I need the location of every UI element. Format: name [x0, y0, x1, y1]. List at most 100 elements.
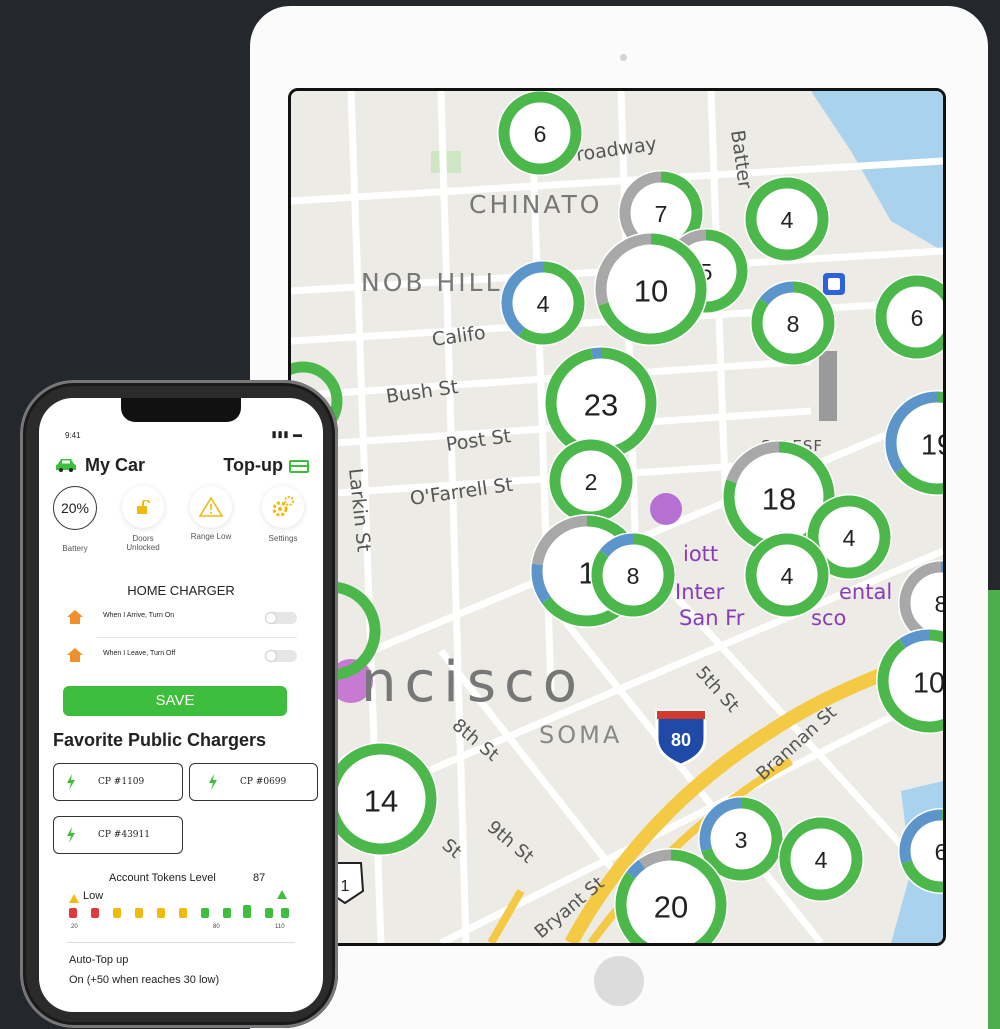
charger-label: CP #0699	[240, 777, 287, 787]
unlock-icon[interactable]	[122, 486, 164, 528]
cluster-count: 20	[654, 889, 688, 924]
svg-text:1: 1	[341, 878, 350, 895]
charger-label: CP #43911	[98, 830, 150, 840]
label-chinatown: CHINATO	[469, 190, 602, 219]
map-canvas[interactable]: 80 1 roadway CHINATO Batter NOB HILL Cal…	[291, 91, 943, 943]
level-bar	[223, 908, 231, 918]
cluster-count: 10	[634, 273, 668, 308]
charger-cluster[interactable]: 14	[324, 742, 438, 856]
battery-status-icon: ▬	[293, 429, 303, 439]
cluster-count: 8	[627, 563, 640, 589]
my-car-title: My Car	[85, 455, 146, 475]
status-icons: ▮▮▮ ▬	[272, 429, 303, 440]
arrive-toggle[interactable]	[265, 612, 297, 624]
status-time: 9:41	[65, 431, 81, 440]
range-stat[interactable]: Range Low	[183, 486, 239, 541]
charger-cluster[interactable]: 4	[778, 816, 864, 902]
home-charger-title: HOME CHARGER	[127, 583, 235, 598]
tokens-level-bars	[69, 905, 289, 920]
arrive-label: When I Arrive, Turn On	[103, 612, 175, 619]
cluster-count: 4	[843, 525, 856, 551]
bolt-icon	[67, 774, 75, 790]
cluster-count: 6	[911, 305, 924, 331]
leave-row: When I Leave, Turn Off	[67, 646, 297, 666]
label-soma: SOMA	[539, 721, 622, 749]
label-sanfrancisco: San Fr	[679, 606, 745, 630]
cluster-count: 2	[585, 469, 598, 495]
charger-cluster[interactable]: 4	[500, 260, 586, 346]
cluster-count: 6	[935, 839, 943, 865]
high-level-icon	[277, 890, 287, 899]
charger-label: CP #1109	[98, 777, 145, 787]
cluster-count: 4	[781, 563, 794, 589]
topup-link[interactable]: Top-up	[223, 455, 283, 476]
charger-cluster[interactable]: 2	[548, 438, 634, 524]
cluster-count: 4	[781, 207, 794, 233]
doors-stat[interactable]: Doors Unlocked	[115, 486, 171, 552]
svg-text:80: 80	[671, 730, 691, 750]
credit-card-icon[interactable]	[289, 460, 309, 473]
car-icon	[56, 459, 76, 472]
cluster-count: 23	[584, 387, 618, 422]
cluster-count: 18	[762, 481, 796, 516]
interstate-80-shield: 80	[655, 709, 707, 767]
label-marriott: iott	[683, 542, 718, 566]
gear-icon[interactable]	[262, 486, 304, 528]
favorites-title: Favorite Public Chargers	[53, 730, 267, 750]
phone-notch	[121, 398, 241, 422]
divider	[97, 637, 297, 638]
scale-min: 20	[71, 924, 78, 930]
level-bar	[113, 908, 121, 918]
charger-cluster[interactable]: 6	[497, 91, 583, 176]
battery-label: Battery	[62, 544, 88, 553]
tablet-home-button[interactable]	[594, 956, 644, 1006]
leave-label: When I Leave, Turn Off	[103, 650, 176, 657]
doors-label: Doors Unlocked	[126, 534, 160, 552]
salesforce-tower	[819, 351, 837, 421]
charger-button-0699[interactable]: CP #0699	[189, 763, 318, 801]
level-bar-current	[243, 905, 251, 918]
label-intercontinental: Inter	[675, 580, 725, 604]
cluster-count: 10	[913, 667, 943, 699]
level-bar	[179, 908, 187, 918]
tokens-title: Account Tokens Level	[109, 872, 216, 884]
leave-toggle[interactable]	[265, 650, 297, 662]
label-francisco: ncisco	[361, 650, 585, 715]
charger-cluster[interactable]: 10	[594, 232, 708, 346]
charger-cluster[interactable]: 4	[744, 176, 830, 262]
cluster-count: 8	[787, 311, 800, 337]
cluster-count: 6	[534, 121, 547, 147]
level-bar	[201, 908, 209, 918]
low-warning-icon	[69, 894, 79, 903]
scale-max: 110	[275, 924, 285, 930]
tokens-value: 87	[253, 872, 266, 884]
app-header: My Car Top-up	[55, 454, 309, 478]
cluster-count: 3	[735, 827, 748, 853]
house-icon	[67, 610, 83, 624]
bolt-icon	[67, 827, 75, 843]
settings-stat[interactable]: Settings	[255, 486, 311, 543]
auto-topup-value: On (+50 when reaches 30 low)	[69, 974, 220, 986]
save-button[interactable]: SAVE	[63, 686, 287, 716]
scale-mid: 80	[213, 924, 220, 930]
level-bar	[135, 908, 143, 918]
auto-topup-title: Auto-Top up	[69, 954, 129, 966]
cluster-count: 19	[921, 429, 943, 461]
level-bar	[281, 908, 289, 918]
charger-cluster[interactable]: 4	[744, 532, 830, 618]
tokens-low-label: Low	[83, 890, 104, 902]
label-intercontinental-2: ental	[839, 580, 892, 604]
battery-stat: 20% Battery	[47, 486, 103, 553]
charger-button-1109[interactable]: CP #1109	[53, 763, 183, 801]
phone-device: 9:41 ▮▮▮ ▬ My Car Top-up 20% Battery Doo…	[20, 380, 338, 1028]
settings-label: Settings	[268, 534, 298, 543]
cluster-count: 4	[537, 291, 550, 317]
cluster-count: 4	[815, 847, 828, 873]
label-sanfrancisco-2: sco	[811, 606, 846, 630]
charger-button-43911[interactable]: CP #43911	[53, 816, 183, 854]
map-view[interactable]: 80 1 roadway CHINATO Batter NOB HILL Cal…	[288, 88, 946, 946]
charger-cluster[interactable]: 8	[750, 280, 836, 366]
charger-cluster[interactable]: 8	[590, 532, 676, 618]
warning-icon[interactable]	[190, 486, 232, 528]
label-nob-hill: NOB HILL	[361, 268, 503, 297]
